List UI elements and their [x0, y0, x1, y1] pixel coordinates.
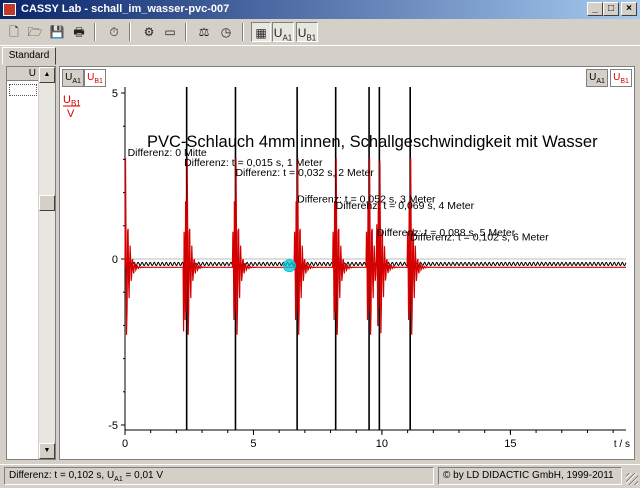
- table-scrollbar[interactable]: ▲ ▼: [38, 67, 55, 459]
- parameters-icon[interactable]: ⚖: [194, 22, 214, 42]
- title-bar: CASSY Lab - schall_im_wasser-pvc-007 _ □…: [0, 0, 640, 19]
- chart-annotation: Differenz: t = 0,032 s, 2 Meter: [235, 167, 374, 179]
- display-icon[interactable]: ▭: [160, 22, 180, 42]
- close-button[interactable]: ×: [621, 2, 637, 16]
- chart-annotation: Differenz: t = 0,102 s, 6 Meter: [410, 232, 549, 244]
- y-tick-label: 0: [112, 254, 118, 266]
- status-measurement: Differenz: t = 0,102 s, UA1 = 0,01 V: [4, 467, 434, 485]
- maximize-button[interactable]: □: [603, 2, 619, 16]
- app-icon[interactable]: [3, 3, 16, 16]
- toolbar-separator: [129, 23, 131, 41]
- toolbar-separator: [242, 23, 244, 41]
- x-tick-label: 15: [504, 438, 516, 450]
- channel-ub1-button[interactable]: UB1: [296, 22, 318, 42]
- channel-ua1-button[interactable]: UA1: [272, 22, 294, 42]
- window-icon[interactable]: ▦: [251, 22, 271, 42]
- tab-strip: Standard: [0, 45, 640, 65]
- tab-standard[interactable]: Standard: [2, 47, 56, 65]
- table-column-header[interactable]: U: [7, 67, 39, 81]
- x-tick-label: 0: [122, 438, 128, 450]
- y-axis-unit: V: [67, 108, 75, 120]
- chart-annotation: Differenz: t = 0,069 s, 4 Meter: [336, 200, 475, 212]
- open-icon[interactable]: 🗁: [25, 22, 45, 42]
- minimize-button[interactable]: _: [587, 2, 603, 16]
- cursor-marker-point: [282, 259, 296, 273]
- new-icon[interactable]: 🗋: [4, 22, 24, 42]
- toolbar-separator: [185, 23, 187, 41]
- start-measurement-icon[interactable]: ◷: [216, 22, 236, 42]
- scroll-thumb[interactable]: [39, 195, 55, 211]
- chart-title: PVC-Schlauch 4mm innen, Schallgeschwindi…: [147, 133, 598, 151]
- y-tick-label: 5: [112, 88, 118, 100]
- resize-grip[interactable]: [626, 473, 638, 485]
- table-cell[interactable]: [9, 84, 37, 96]
- x-tick-label: 5: [250, 438, 256, 450]
- status-bar: Differenz: t = 0,102 s, UA1 = 0,01 V © b…: [0, 464, 640, 487]
- series-ub1-line: [124, 157, 626, 335]
- print-icon[interactable]: 🖶: [69, 22, 89, 42]
- measurement-chart[interactable]: UB1V50-50 5 10 15 t / sPVC-Schlauch 4mm inne…: [60, 67, 634, 459]
- stopwatch-icon[interactable]: ⏱: [104, 22, 124, 42]
- scroll-down-icon[interactable]: ▼: [39, 443, 55, 459]
- status-copyright: © by LD DIDACTIC GmbH, 1999-2011: [438, 467, 622, 485]
- window-title: CASSY Lab - schall_im_wasser-pvc-007: [21, 3, 230, 15]
- toolbar: 🗋 🗁 💾 🖶 ⏱ ⚙ ▭ ⚖ ◷ ▦ UA1 UB1: [0, 19, 640, 46]
- x-tick-label: 10: [376, 438, 388, 450]
- table-panel: U ▲ ▼: [6, 66, 56, 460]
- save-icon[interactable]: 💾: [47, 22, 67, 42]
- plot-panel: UA1 UB1 UA1 UB1 UB1 V 5 0 -5 0 5 10 15 t / s PVC-S…: [59, 66, 635, 460]
- toolbar-separator: [94, 23, 96, 41]
- scroll-up-icon[interactable]: ▲: [39, 67, 55, 83]
- y-tick-label: -5: [108, 420, 118, 432]
- hardware-icon[interactable]: ⚙: [139, 22, 159, 42]
- x-axis-label: t / s: [614, 439, 630, 450]
